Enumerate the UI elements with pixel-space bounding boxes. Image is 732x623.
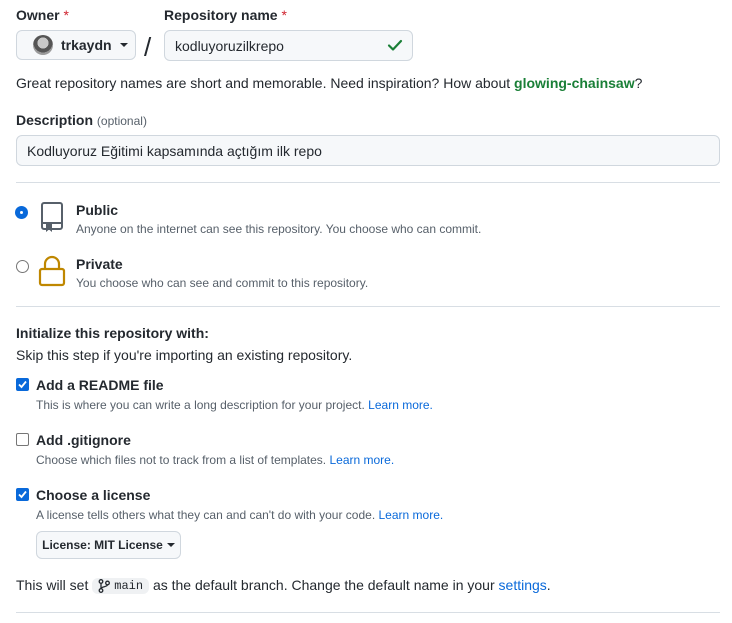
owner-label: Owner *: [16, 7, 69, 23]
divider: [16, 306, 720, 307]
git-branch-icon: [98, 579, 111, 594]
default-branch-note: This will set main as the default branch…: [16, 577, 551, 595]
repo-book-icon: [41, 202, 63, 232]
hint-suffix: ?: [634, 75, 643, 91]
branch-note-suffix: .: [546, 577, 551, 593]
branch-note-middle: as the default branch. Change the defaul…: [152, 577, 495, 593]
description-label: Description (optional): [16, 112, 147, 128]
branch-chip: main: [92, 578, 150, 595]
description-optional: (optional): [96, 114, 147, 128]
readme-checkbox[interactable]: [16, 378, 29, 391]
init-heading: Initialize this repository with:: [16, 325, 209, 341]
branch-note-prefix: This will set: [16, 577, 89, 593]
private-title: Private: [76, 256, 123, 272]
repo-name-wrapper: [164, 30, 413, 61]
checkmark-icon: [18, 380, 27, 389]
checkmark-icon: [18, 490, 27, 499]
license-desc-text: A license tells others what they can and…: [36, 508, 376, 522]
repo-name-hint: Great repository names are short and mem…: [16, 75, 642, 91]
readme-desc: This is where you can write a long descr…: [36, 398, 433, 412]
license-select-button[interactable]: License: MIT License: [36, 531, 181, 559]
description-label-text: Description: [16, 112, 94, 128]
owner-label-text: Owner: [16, 7, 60, 23]
gitignore-learn-more-link[interactable]: Learn more.: [329, 453, 394, 467]
public-title: Public: [76, 202, 119, 218]
owner-username: trkaydn: [61, 37, 112, 53]
gitignore-title: Add .gitignore: [36, 432, 131, 448]
gitignore-desc: Choose which files not to track from a l…: [36, 453, 394, 467]
private-radio[interactable]: [16, 260, 29, 273]
gitignore-checkbox[interactable]: [16, 433, 29, 446]
description-input[interactable]: [16, 135, 720, 166]
readme-learn-more-link[interactable]: Learn more.: [368, 398, 433, 412]
private-desc: You choose who can see and commit to thi…: [76, 276, 369, 290]
public-radio[interactable]: [16, 207, 27, 218]
divider: [16, 182, 720, 183]
readme-desc-text: This is where you can write a long descr…: [36, 398, 365, 412]
branch-name: main: [114, 579, 144, 594]
license-title: Choose a license: [36, 487, 151, 503]
public-desc: Anyone on the internet can see this repo…: [76, 222, 482, 236]
repo-required-mark: *: [281, 7, 287, 23]
caret-down-icon: [119, 43, 128, 47]
hint-text: Great repository names are short and mem…: [16, 75, 515, 91]
license-learn-more-link[interactable]: Learn more.: [379, 508, 444, 522]
license-desc: A license tells others what they can and…: [36, 508, 443, 522]
owner-required-mark: *: [63, 7, 69, 23]
repo-name-label-text: Repository name: [164, 7, 278, 23]
name-suggestion[interactable]: glowing-chainsaw: [514, 75, 635, 91]
owner-repo-separator: /: [144, 32, 152, 62]
owner-select-button[interactable]: trkaydn: [16, 30, 136, 60]
gitignore-desc-text: Choose which files not to track from a l…: [36, 453, 327, 467]
divider: [16, 612, 720, 613]
license-select-label: License: MIT License: [42, 538, 163, 552]
init-subheading: Skip this step if you're importing an ex…: [16, 347, 353, 363]
avatar: [33, 35, 53, 55]
repo-name-label: Repository name *: [164, 7, 287, 23]
lock-icon: [38, 255, 66, 287]
settings-link[interactable]: settings: [499, 577, 547, 593]
check-icon: [387, 39, 403, 51]
license-checkbox[interactable]: [16, 488, 29, 501]
caret-down-icon: [166, 543, 175, 547]
repo-name-input[interactable]: [164, 30, 413, 61]
readme-title: Add a README file: [36, 377, 164, 393]
